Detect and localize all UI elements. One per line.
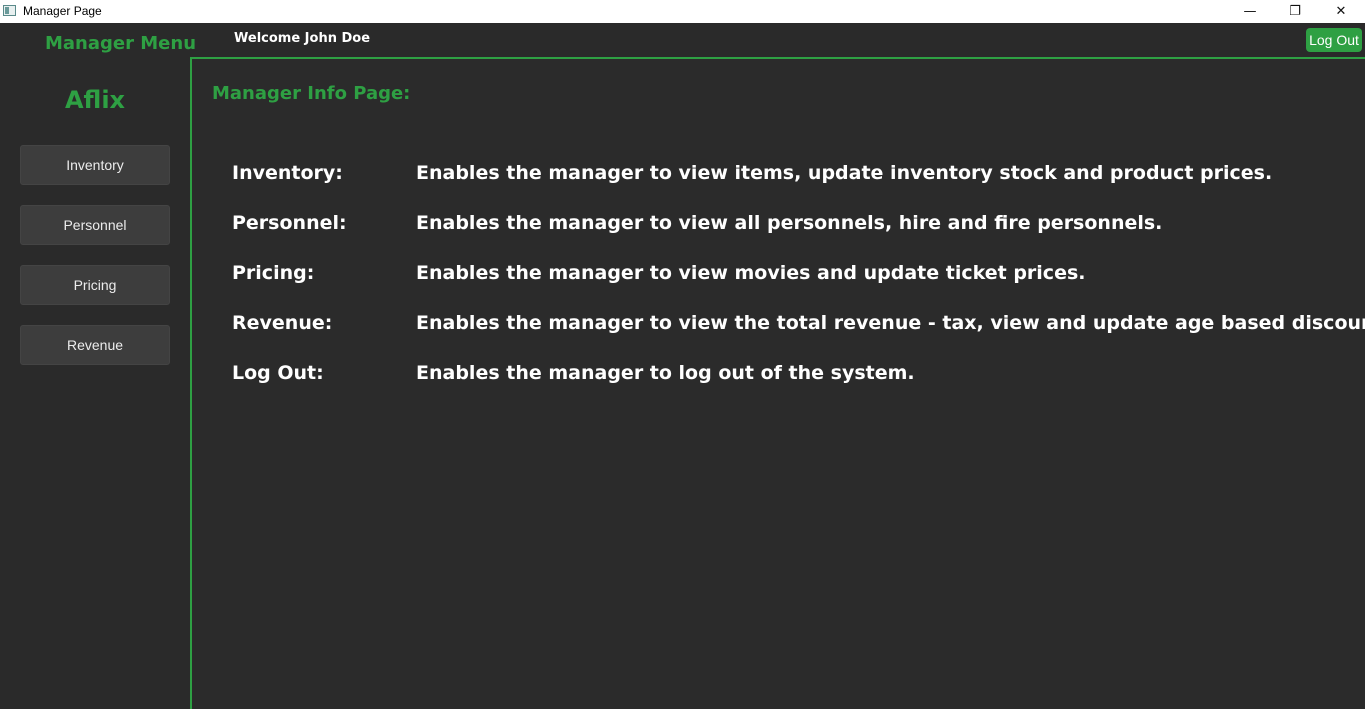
welcome-text: Welcome John Doe [234, 31, 371, 46]
window-titlebar: Manager Page — ❐ ✕ [0, 0, 1365, 23]
info-description: Enables the manager to view all personne… [416, 212, 1163, 234]
info-description: Enables the manager to log out of the sy… [416, 362, 915, 384]
page-title: Manager Info Page: [212, 83, 411, 104]
maximize-icon[interactable]: ❐ [1272, 0, 1318, 23]
info-label: Pricing: [232, 262, 315, 284]
revenue-button[interactable]: Revenue [20, 325, 170, 365]
info-panel: Manager Info Page: Inventory: Enables th… [190, 57, 1365, 709]
info-description: Enables the manager to view items, updat… [416, 162, 1273, 184]
pricing-button[interactable]: Pricing [20, 265, 170, 305]
sidebar: Aflix Inventory Personnel Pricing Revenu… [0, 58, 190, 709]
info-label: Inventory: [232, 162, 343, 184]
info-label: Personnel: [232, 212, 347, 234]
minimize-icon[interactable]: — [1227, 0, 1273, 23]
info-description: Enables the manager to view movies and u… [416, 262, 1086, 284]
brand-logo: Aflix [64, 86, 126, 114]
app-root: Manager Menu Welcome John Doe Log Out Af… [0, 23, 1365, 709]
logout-button[interactable]: Log Out [1306, 28, 1362, 52]
info-label: Revenue: [232, 312, 333, 334]
window-title: Manager Page [23, 4, 102, 18]
app-icon [3, 5, 16, 16]
info-description: Enables the manager to view the total re… [416, 312, 1365, 334]
personnel-button[interactable]: Personnel [20, 205, 170, 245]
menu-title: Manager Menu [45, 33, 197, 54]
inventory-button[interactable]: Inventory [20, 145, 170, 185]
close-icon[interactable]: ✕ [1318, 0, 1364, 23]
info-label: Log Out: [232, 362, 324, 384]
